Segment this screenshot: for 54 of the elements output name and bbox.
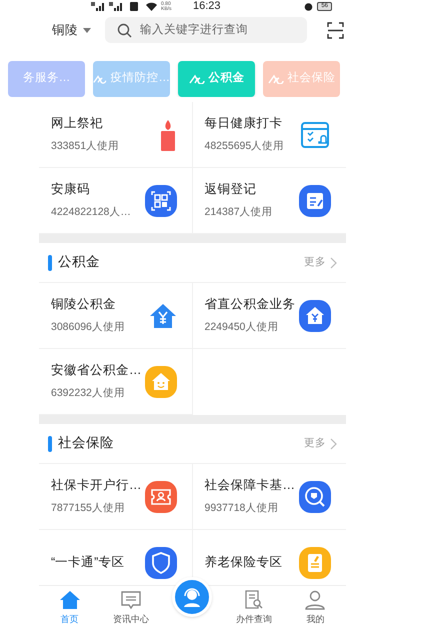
usage-count: 6392232人使用 [51,386,126,401]
nav-tab[interactable]: 资讯中心 [106,590,156,626]
usage-count: 4224822128人… [51,205,131,220]
nav-tab[interactable]: 首页 [44,590,95,626]
service-name[interactable]: 养老保险专区 [204,553,282,572]
service-name[interactable]: 铜陵公积金 [51,295,125,314]
nav-tab[interactable]: 办件查询 [228,590,279,626]
usage-count: 2249450人使用 [204,320,280,335]
service-name[interactable]: 安徽省公积金… [51,361,142,380]
search-icon [117,22,132,38]
shield-search-icon [298,480,332,514]
section-marker [48,254,52,270]
search-field[interactable]: 输入关键字进行查询 [105,17,307,43]
nav-tab[interactable]: 我的 [290,590,340,626]
usage-count: 3086096人使用 [51,320,125,335]
logo-icon [93,74,106,84]
service-name[interactable]: 网上祭祀 [51,114,120,133]
ticket-person-icon [144,480,178,514]
service-name[interactable]: 社会保障卡基… [204,476,295,495]
chevron-right-icon [330,438,337,450]
person-icon [304,590,326,610]
clock-time: 16:23 [193,0,221,14]
section-title: 公积金 [58,253,100,272]
alarm-icon [304,2,314,11]
usage-count: 9937718人使用 [204,501,280,516]
service-name[interactable]: “一卡通”专区 [51,553,124,572]
logo-icon [188,74,204,84]
usage-count: 48255695人使用 [204,139,284,154]
dropdown-caret-icon [83,28,91,32]
form-icon [298,184,332,218]
home-icon [58,590,81,610]
document-icon [298,546,332,580]
document-search-icon [242,590,265,610]
section-marker [48,436,52,452]
house-yuan-icon [298,298,332,332]
service-name[interactable]: 安康码 [51,180,131,199]
usage-count: 7877155人使用 [51,501,126,516]
city-selector[interactable]: 铜陵 [52,20,91,40]
shield-icon [144,546,178,580]
wifi-icon [146,2,157,11]
chevron-right-icon [330,256,337,268]
logo-icon [268,74,284,84]
headset-agent-icon [181,586,203,608]
service-name[interactable]: 社保卡开户行… [51,476,142,495]
usage-count: 214387人使用 [204,205,273,220]
service-name[interactable]: 每日健康打卡 [204,114,284,133]
message-icon [120,590,142,610]
section-title: 社会保险 [58,434,114,452]
smiling-house-icon [144,364,178,398]
qr-code-icon [144,184,178,218]
service-name[interactable]: 返铜登记 [204,180,273,199]
usage-count: 333851人使用 [51,139,120,154]
scan-icon[interactable] [327,22,344,38]
service-name[interactable]: 省直公积金业务 [204,295,296,314]
